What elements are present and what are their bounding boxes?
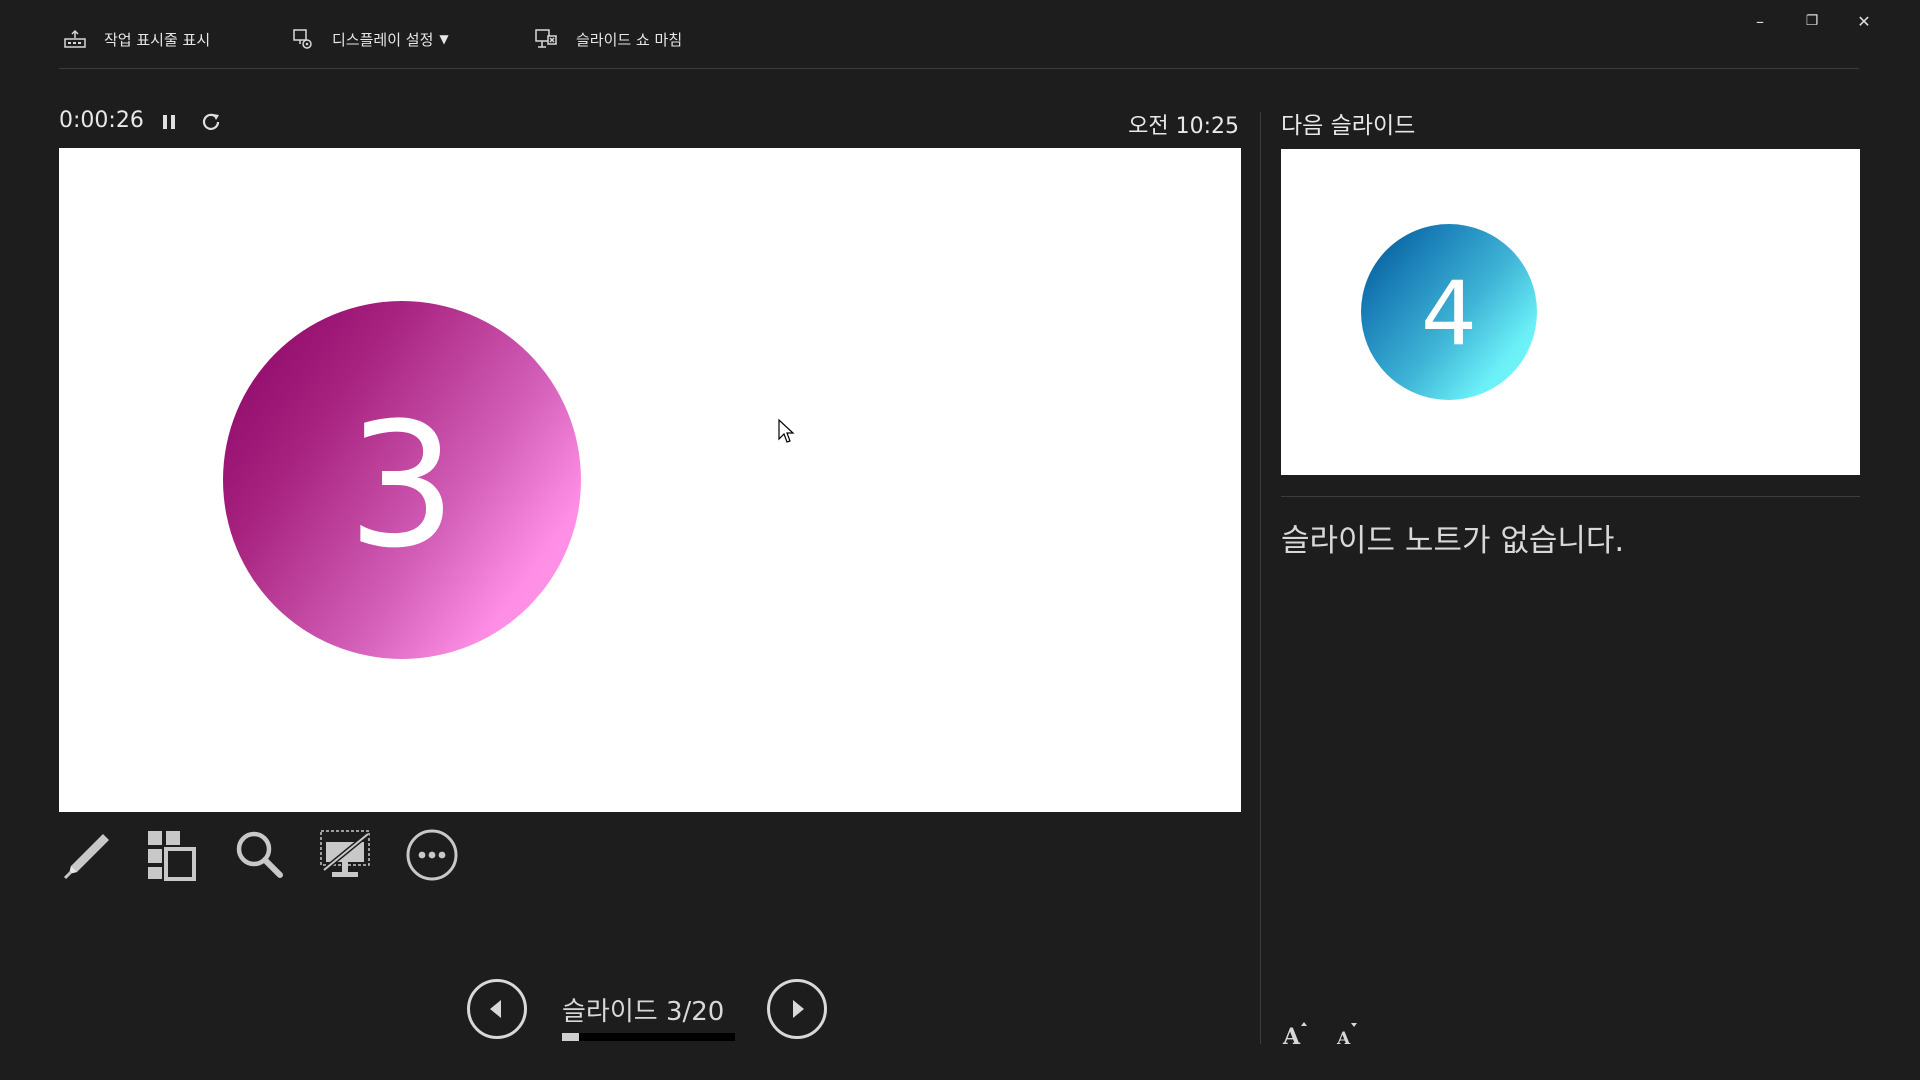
svg-text:A: A	[1282, 1024, 1301, 1048]
increase-font-button[interactable]: A	[1281, 1020, 1309, 1050]
restore-button[interactable]: ❐	[1792, 6, 1832, 36]
show-taskbar-button[interactable]: 작업 표시줄 표시	[64, 24, 210, 54]
pen-tool-button[interactable]	[59, 828, 113, 882]
show-taskbar-label: 작업 표시줄 표시	[104, 30, 211, 49]
pane-divider[interactable]	[1260, 112, 1261, 1044]
presenter-toolbar: 작업 표시줄 표시 디스플레이 설정 ▼ 슬라이드 쇼 마침	[59, 0, 1859, 69]
pen-icon	[63, 834, 109, 880]
next-slide-preview[interactable]: 4	[1281, 149, 1860, 475]
decrease-font-button[interactable]: A	[1334, 1020, 1362, 1049]
current-slide[interactable]: 3	[59, 148, 1241, 812]
restart-timer-button[interactable]	[200, 111, 222, 133]
minimize-icon: –	[1756, 11, 1764, 31]
chevron-down-icon: ▼	[439, 32, 449, 46]
elapsed-timer: 0:00:26	[59, 108, 144, 133]
black-screen-icon	[320, 830, 370, 877]
pause-icon	[163, 115, 175, 129]
restart-icon	[202, 113, 220, 130]
current-time: 오전 10:25	[1128, 114, 1239, 139]
end-slideshow-button[interactable]: 슬라이드 쇼 마침	[534, 24, 682, 54]
slide-counter[interactable]: 슬라이드 3/20	[562, 991, 724, 1028]
more-options-button[interactable]	[405, 828, 459, 882]
black-screen-button[interactable]	[318, 828, 372, 882]
all-slides-icon	[148, 831, 196, 881]
close-button[interactable]: ✕	[1844, 6, 1884, 36]
slide-number-text: 3	[347, 385, 457, 586]
window-controls: – ❐ ✕	[1740, 6, 1920, 36]
next-slide-number-circle: 4	[1361, 224, 1537, 400]
restore-icon: ❐	[1805, 13, 1819, 29]
taskbar-icon	[64, 29, 86, 48]
notes-divider	[1281, 496, 1860, 497]
next-slide-number-text: 4	[1421, 262, 1477, 365]
presenter-view: 작업 표시줄 표시 디스플레이 설정 ▼ 슬라이드 쇼 마침 – ❐ ✕ 0:0…	[0, 0, 1920, 1080]
more-options-icon	[406, 829, 458, 881]
close-icon: ✕	[1857, 11, 1871, 31]
zoom-icon	[236, 831, 283, 878]
slide-number-circle: 3	[223, 301, 581, 659]
minimize-button[interactable]: –	[1740, 6, 1780, 36]
chevron-left-icon	[490, 1000, 501, 1018]
previous-slide-button[interactable]	[467, 979, 527, 1039]
end-slideshow-icon	[535, 29, 557, 48]
mouse-cursor-icon	[778, 419, 795, 443]
chevron-right-icon	[793, 1000, 804, 1018]
display-settings-icon	[293, 29, 312, 49]
pause-timer-button[interactable]	[158, 111, 180, 133]
end-slideshow-label: 슬라이드 쇼 마침	[576, 30, 683, 49]
increase-font-icon: A	[1282, 1022, 1307, 1050]
slide-progress-bar	[562, 1033, 735, 1041]
decrease-font-icon: A	[1336, 1023, 1357, 1049]
see-all-slides-button[interactable]	[145, 828, 199, 882]
next-slide-title: 다음 슬라이드	[1281, 113, 1416, 139]
display-settings-label: 디스플레이 설정	[332, 30, 434, 49]
slide-progress-fill	[562, 1033, 580, 1041]
speaker-notes[interactable]: 슬라이드 노트가 없습니다.	[1281, 515, 1624, 560]
next-slide-button[interactable]	[767, 979, 827, 1039]
display-settings-button[interactable]: 디스플레이 설정 ▼	[292, 24, 449, 54]
zoom-button[interactable]	[232, 828, 286, 882]
svg-text:A: A	[1336, 1029, 1351, 1048]
